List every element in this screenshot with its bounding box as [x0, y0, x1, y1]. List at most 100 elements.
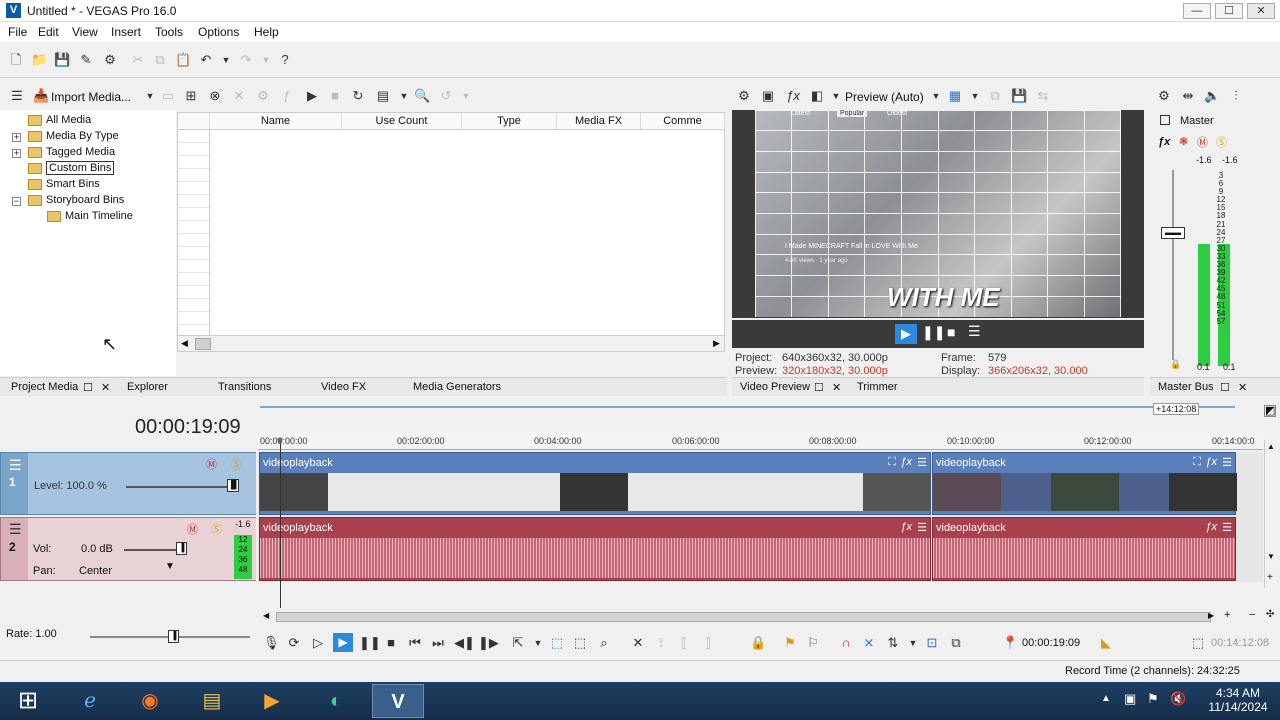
lock-icon[interactable]: ⊡ — [924, 635, 940, 651]
edit-tool-dropdown-icon[interactable]: ▼ — [530, 635, 546, 651]
tab-close-icon[interactable]: ✕ — [1238, 381, 1247, 394]
solo-icon[interactable]: Ⓢ — [1216, 134, 1227, 150]
settings-gear-icon[interactable]: ⚙ — [102, 52, 118, 68]
refresh-icon[interactable]: ↺ — [438, 88, 454, 104]
stop-button[interactable]: ■ — [383, 635, 399, 651]
properties-icon[interactable]: ⚙ — [255, 88, 271, 104]
track-mute-icon[interactable]: Ⓜ — [206, 456, 217, 472]
pause-button[interactable]: ❚❚ — [359, 635, 381, 651]
zoom-tool-icon[interactable]: ⌕ — [596, 635, 612, 651]
quality-dropdown-icon[interactable]: ▼ — [928, 88, 944, 104]
copy-snapshot-icon[interactable]: ⧉ — [987, 88, 1003, 104]
tab-close-icon[interactable]: ✕ — [101, 381, 110, 394]
track-solo-icon[interactable]: Ⓢ — [211, 521, 222, 537]
redo-icon[interactable]: ↷ — [238, 52, 254, 68]
scroll-left-icon[interactable]: ◀ — [263, 611, 269, 620]
snapping-icon[interactable]: ∩ — [838, 635, 854, 651]
search-icon[interactable]: 🔍 — [414, 88, 430, 104]
previous-frame-icon[interactable]: ◀❚ — [454, 635, 475, 651]
menu-help[interactable]: Help — [254, 25, 279, 39]
video-clip[interactable]: videoplayback ⛶ ƒx ☰ — [259, 452, 931, 515]
auto-ripple-icon[interactable]: ⇅ — [885, 635, 901, 651]
master-fx-icon[interactable]: ƒx — [1158, 136, 1170, 148]
record-icon[interactable]: 🎙 — [263, 635, 280, 651]
play-button[interactable]: ▶ — [333, 633, 353, 652]
pan-slider-handle[interactable]: ▼ — [165, 561, 175, 572]
close-button[interactable]: ✕ — [1247, 3, 1275, 19]
tab-video-preview[interactable]: Video Preview — [740, 381, 810, 393]
insert-region-icon[interactable]: ⚐ — [805, 635, 821, 651]
split-screen-icon[interactable]: ◧ — [809, 88, 825, 104]
expand-icon[interactable]: + — [12, 133, 21, 142]
clip-fx-icon[interactable]: ƒx — [900, 456, 912, 468]
new-file-icon[interactable]: 🗋 — [8, 52, 24, 68]
envelope-tool-icon[interactable]: ⬚ — [572, 635, 588, 651]
windows-start-button[interactable]: ⊞ — [2, 684, 54, 718]
audio-clip[interactable]: videoplayback ƒx ☰ — [932, 517, 1236, 581]
master-fader-handle[interactable]: ▬▬ — [1161, 227, 1185, 239]
open-folder-icon[interactable]: 📁 — [31, 52, 47, 68]
app-icon[interactable]: ◐ — [310, 684, 362, 718]
timeline-vertical-scrollbar[interactable]: ▲ ▼ + — [1264, 440, 1278, 588]
internet-explorer-icon[interactable]: ℯ — [64, 684, 116, 718]
tree-item-main-timeline[interactable]: Main Timeline — [47, 208, 133, 224]
video-clip[interactable]: videoplayback ⛶ ƒx ☰ — [932, 452, 1237, 515]
tree-item-storyboard-bins[interactable]: Storyboard Bins — [28, 192, 124, 208]
views-icon[interactable]: ▤ — [375, 88, 391, 104]
lock-icon[interactable]: 🔒 — [1170, 359, 1181, 370]
column-header-name[interactable]: Name — [210, 113, 342, 130]
ripple-dropdown-icon[interactable]: ▼ — [905, 635, 921, 651]
master-properties-icon[interactable]: ⚙ — [1156, 88, 1172, 104]
audio-track-header[interactable]: ☰ 2 Ⓜ Ⓢ -1.6 Vol: 0.0 dB ▐ Pan: Center ▼… — [0, 517, 256, 581]
tab-explorer[interactable]: Explorer — [127, 381, 168, 393]
preview-menu-icon[interactable]: ☰ — [968, 323, 981, 340]
clip-fx-icon[interactable]: ƒx — [1205, 521, 1217, 533]
file-explorer-icon[interactable]: ▤ — [186, 684, 238, 718]
master-checkbox[interactable] — [1160, 115, 1170, 125]
level-slider-handle[interactable]: ▐▌ — [227, 479, 239, 492]
tree-item-custom-bins[interactable]: Custom Bins — [28, 160, 115, 176]
scrollbar-thumb[interactable] — [195, 338, 211, 350]
redo-dropdown-icon[interactable]: ▼ — [258, 52, 274, 68]
clip-menu-icon[interactable]: ☰ — [1222, 521, 1232, 534]
timeline-ruler[interactable]: 00:00:00:00 00:02:00:00 00:04:00:00 00:0… — [258, 432, 1263, 450]
copy-icon[interactable]: ⧉ — [152, 52, 168, 68]
stop-media-icon[interactable]: ■ — [327, 88, 343, 104]
clip-menu-icon[interactable]: ☰ — [917, 521, 927, 534]
undo-dropdown-icon[interactable]: ▼ — [218, 52, 234, 68]
import-media-button[interactable]: Import Media... — [51, 90, 131, 104]
volume-muted-icon[interactable]: 🔇 — [1170, 691, 1186, 707]
tab-media-generators[interactable]: Media Generators — [413, 381, 501, 393]
preview-play-button[interactable]: ▶ — [895, 324, 917, 344]
window-restore-icon[interactable]: ☐ — [83, 381, 93, 394]
downmix-icon[interactable]: ⇹ — [1180, 88, 1196, 104]
paste-icon[interactable]: 📋 — [175, 52, 191, 68]
scroll-up-icon[interactable]: ▲ — [1267, 442, 1275, 451]
playhead-cursor[interactable] — [280, 438, 281, 608]
column-header-type[interactable]: Type — [462, 113, 557, 130]
firefox-icon[interactable]: ◉ — [124, 684, 176, 718]
tree-item-all-media[interactable]: All Media — [28, 112, 91, 128]
window-restore-icon[interactable]: ☐ — [814, 381, 824, 394]
tab-close-icon[interactable]: ✕ — [832, 381, 841, 394]
preview-quality-select[interactable]: Preview (Auto) — [845, 90, 924, 104]
crop-icon[interactable]: ⛶ — [888, 456, 896, 469]
menu-tools[interactable]: Tools — [155, 25, 183, 39]
scroll-left-icon[interactable]: ◀ — [181, 338, 188, 349]
tree-item-media-by-type[interactable]: Media By Type — [28, 128, 119, 144]
track-mute-icon[interactable]: Ⓜ — [187, 521, 198, 537]
device-icon[interactable]: ▣ — [760, 88, 776, 104]
show-hidden-icons[interactable]: ▲ — [1101, 693, 1111, 704]
tab-transitions[interactable]: Transitions — [218, 381, 271, 393]
master-effects-icon[interactable]: ❃ — [1179, 135, 1188, 148]
loop-playback-icon[interactable]: ⟳ — [286, 635, 302, 651]
track-solo-icon[interactable]: Ⓢ — [231, 456, 242, 472]
overlays-dropdown-icon[interactable]: ▼ — [967, 88, 983, 104]
trim-icon[interactable]: ⟟ — [653, 635, 669, 651]
column-header-media-fx[interactable]: Media FX — [557, 113, 641, 130]
audio-clip[interactable]: videoplayback ƒx ☰ — [259, 517, 931, 581]
selection-end-icon[interactable]: ◣ — [1098, 635, 1114, 651]
zoom-tool-icon[interactable]: ✣ — [1266, 609, 1274, 620]
minimize-button[interactable]: — — [1183, 3, 1211, 19]
horizontal-scrollbar[interactable]: ◀ ▶ — [178, 335, 724, 351]
